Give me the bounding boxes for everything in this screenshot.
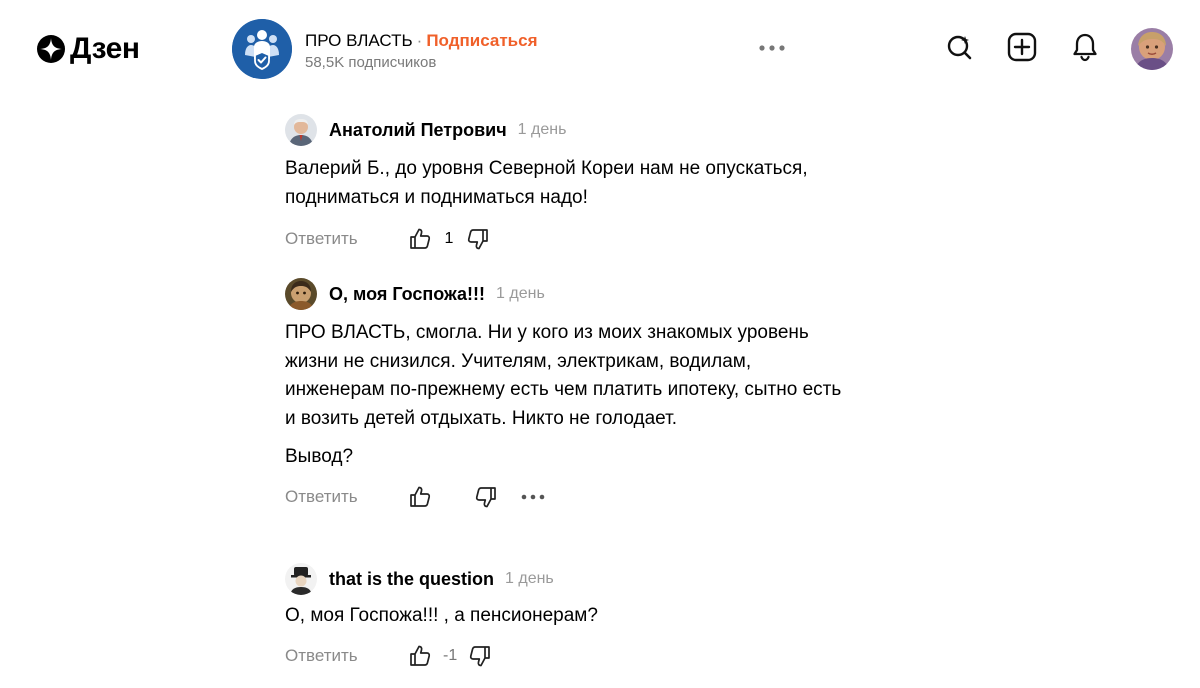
logo-text: Дзен bbox=[70, 32, 140, 65]
reply-button[interactable]: Ответить bbox=[285, 229, 407, 249]
comment-text: ПРО ВЛАСТЬ, смогла. Ни у кого из моих зн… bbox=[285, 319, 845, 472]
author-photo bbox=[285, 278, 317, 310]
comment-header: that is the question 1 день bbox=[285, 562, 845, 596]
comment-paragraph: Вывод? bbox=[285, 446, 354, 467]
user-avatar[interactable] bbox=[1131, 28, 1173, 70]
comment-author[interactable]: О, моя Госпожа!!! bbox=[329, 284, 485, 305]
thumbs-down-icon[interactable] bbox=[473, 484, 499, 510]
thumbs-up-icon[interactable] bbox=[407, 643, 433, 669]
comment-time: 1 день bbox=[505, 570, 554, 587]
comment-author[interactable]: that is the question bbox=[329, 569, 494, 590]
bell-icon bbox=[1073, 33, 1097, 62]
likes-count: -1 bbox=[443, 646, 458, 664]
dzen-star-icon bbox=[37, 35, 65, 63]
comment-avatar[interactable] bbox=[285, 114, 317, 146]
author-photo bbox=[285, 114, 317, 146]
top-bar: Дзен ПРО ВЛАСТЬ · Подписаться 58,5K подпис… bbox=[0, 0, 1200, 100]
notifications-button[interactable] bbox=[1068, 30, 1102, 64]
likes-count: 1 bbox=[444, 230, 454, 247]
user-photo bbox=[1131, 28, 1173, 70]
comment-time: 1 день bbox=[517, 121, 567, 138]
more-options-icon[interactable] bbox=[756, 38, 788, 58]
channel-title-row: ПРО ВЛАСТЬ · Подписаться bbox=[305, 30, 537, 52]
comment-actions: Ответить -1 bbox=[285, 641, 845, 671]
comment-paragraph: Валерий Б., до уровня Северной Кореи нам… bbox=[285, 158, 808, 208]
create-post-button[interactable] bbox=[1005, 30, 1039, 64]
comment-text: Валерий Б., до уровня Северной Кореи нам… bbox=[285, 155, 845, 212]
comment-more-icon[interactable] bbox=[519, 487, 547, 507]
plus-square-icon bbox=[1007, 32, 1037, 62]
comment-item: that is the question 1 день О, моя Госпо… bbox=[285, 562, 845, 671]
thumbs-up-icon[interactable] bbox=[407, 484, 433, 510]
channel-avatar[interactable] bbox=[232, 19, 292, 79]
subscribers-count: 58,5K подписчиков bbox=[305, 54, 437, 71]
comment-actions: Ответить 1 bbox=[285, 224, 845, 254]
comment-paragraph: О, моя Госпожа!!! , а пенсионерам? bbox=[285, 605, 598, 626]
thumbs-up-icon[interactable] bbox=[407, 226, 433, 252]
reply-button[interactable]: Ответить bbox=[285, 487, 407, 507]
comment-item: О, моя Госпожа!!! 1 день ПРО ВЛАСТЬ, смо… bbox=[285, 277, 845, 512]
dzen-logo[interactable]: Дзен bbox=[37, 31, 140, 67]
search-icon bbox=[947, 35, 972, 60]
thumbs-down-icon[interactable] bbox=[467, 643, 493, 669]
comment-actions: Ответить bbox=[285, 482, 845, 512]
comment-paragraph: ПРО ВЛАСТЬ, смогла. Ни у кого из моих зн… bbox=[285, 322, 842, 429]
comment-header: Анатолий Петрович 1 день bbox=[285, 113, 845, 147]
separator-dot: · bbox=[416, 31, 423, 50]
comment-author[interactable]: Анатолий Петрович bbox=[329, 120, 507, 141]
channel-name[interactable]: ПРО ВЛАСТЬ bbox=[305, 31, 413, 50]
comment-text: О, моя Госпожа!!! , а пенсионерам? bbox=[285, 602, 845, 631]
comment-header: О, моя Госпожа!!! 1 день bbox=[285, 277, 845, 311]
page: Дзен ПРО ВЛАСТЬ · Подписаться 58,5K подпис… bbox=[0, 0, 1200, 688]
search-button[interactable] bbox=[943, 30, 977, 64]
author-photo bbox=[285, 563, 317, 595]
people-shield-icon bbox=[232, 19, 292, 79]
thumbs-down-icon[interactable] bbox=[465, 226, 491, 252]
reply-button[interactable]: Ответить bbox=[285, 646, 407, 666]
comment-time: 1 день bbox=[496, 285, 545, 302]
comment-item: Анатолий Петрович 1 день Валерий Б., до … bbox=[285, 113, 845, 254]
comment-avatar[interactable] bbox=[285, 563, 317, 595]
subscribe-button[interactable]: Подписаться bbox=[426, 31, 537, 50]
comment-avatar[interactable] bbox=[285, 278, 317, 310]
